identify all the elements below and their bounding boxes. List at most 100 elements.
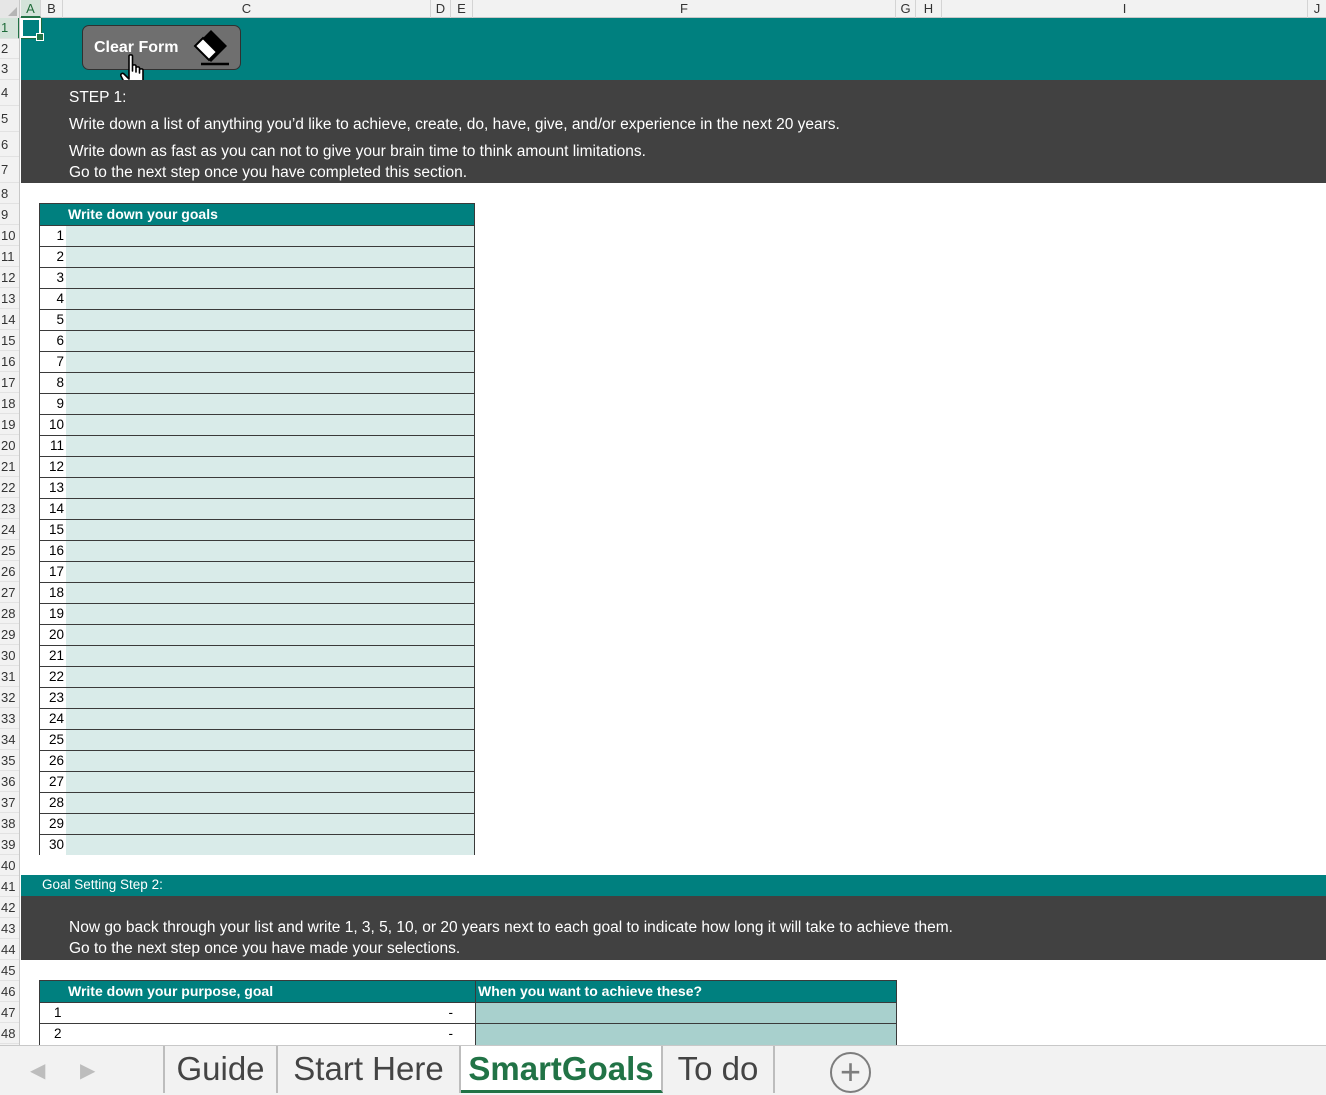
row-header-20[interactable]: 20 <box>0 435 19 457</box>
goal-input-cell[interactable] <box>66 331 474 351</box>
goal-input-cell[interactable] <box>66 373 474 393</box>
goal-input-cell[interactable] <box>66 499 474 519</box>
row-header-21[interactable]: 21 <box>0 456 19 478</box>
goal-row[interactable]: 28 <box>40 792 474 813</box>
row-header-16[interactable]: 16 <box>0 351 19 373</box>
goal-row[interactable]: 17 <box>40 561 474 582</box>
row-header-10[interactable]: 10 <box>0 225 19 247</box>
selected-cell-a1[interactable] <box>21 18 44 41</box>
tab-smartgoals[interactable]: SmartGoals <box>461 1046 663 1093</box>
goal-input-cell[interactable] <box>66 562 474 582</box>
row-header-13[interactable]: 13 <box>0 288 19 310</box>
row-header-37[interactable]: 37 <box>0 792 19 814</box>
row-header-18[interactable]: 18 <box>0 393 19 415</box>
goal-input-cell[interactable] <box>66 289 474 309</box>
row-header-23[interactable]: 23 <box>0 498 19 520</box>
row-header-8[interactable]: 8 <box>0 183 19 205</box>
goal-input-cell[interactable] <box>66 772 474 792</box>
goal-input-cell[interactable] <box>66 751 474 771</box>
goal-row[interactable]: 6 <box>40 330 474 351</box>
goal-row[interactable]: 21 <box>40 645 474 666</box>
goal-input-cell[interactable] <box>66 646 474 666</box>
row-header-32[interactable]: 32 <box>0 687 19 709</box>
row-header-5[interactable]: 5 <box>0 106 19 132</box>
goal-row[interactable]: 14 <box>40 498 474 519</box>
goal-row[interactable]: 3 <box>40 267 474 288</box>
row-header-47[interactable]: 47 <box>0 1002 19 1024</box>
goal-row[interactable]: 1 <box>40 225 474 246</box>
row-header-2[interactable]: 2 <box>0 39 19 60</box>
row-header-25[interactable]: 25 <box>0 540 19 562</box>
goal-row[interactable]: 19 <box>40 603 474 624</box>
row-header-42[interactable]: 42 <box>0 897 19 919</box>
row-header-15[interactable]: 15 <box>0 330 19 352</box>
row-header-24[interactable]: 24 <box>0 519 19 541</box>
row-header-11[interactable]: 11 <box>0 246 19 268</box>
goal-input-cell[interactable] <box>66 478 474 498</box>
goal-input-cell[interactable] <box>66 352 474 372</box>
goal-input-cell[interactable] <box>66 394 474 414</box>
goal-row[interactable]: 18 <box>40 582 474 603</box>
row-header-36[interactable]: 36 <box>0 771 19 793</box>
column-header-d[interactable]: D <box>431 0 451 18</box>
goal-input-cell[interactable] <box>66 436 474 456</box>
row-header-6[interactable]: 6 <box>0 132 19 158</box>
goal-input-cell[interactable] <box>66 226 474 246</box>
goal-input-cell[interactable] <box>66 541 474 561</box>
goal-row[interactable]: 30 <box>40 834 474 855</box>
goal-input-cell[interactable] <box>66 310 474 330</box>
goal-input-cell[interactable] <box>66 709 474 729</box>
goal-input-cell[interactable] <box>66 793 474 813</box>
row-header-9[interactable]: 9 <box>0 204 19 226</box>
clear-form-button[interactable]: Clear Form <box>82 25 241 70</box>
row-header-28[interactable]: 28 <box>0 603 19 625</box>
column-header-g[interactable]: G <box>896 0 916 18</box>
row-header-22[interactable]: 22 <box>0 477 19 499</box>
row-header-12[interactable]: 12 <box>0 267 19 289</box>
goal-input-cell[interactable] <box>66 835 474 855</box>
goal-input-cell[interactable] <box>66 457 474 477</box>
row-header-26[interactable]: 26 <box>0 561 19 583</box>
goal-input-cell[interactable] <box>66 268 474 288</box>
column-header-c[interactable]: C <box>63 0 431 18</box>
row-header-38[interactable]: 38 <box>0 813 19 835</box>
goal-row[interactable]: 16 <box>40 540 474 561</box>
goal-input-cell[interactable] <box>66 625 474 645</box>
goal-row[interactable]: 5 <box>40 309 474 330</box>
goal-input-cell[interactable] <box>66 730 474 750</box>
goal-row[interactable]: 4 <box>40 288 474 309</box>
column-header-b[interactable]: B <box>41 0 63 18</box>
goal-row[interactable]: 11 <box>40 435 474 456</box>
goal-input-cell[interactable] <box>66 814 474 834</box>
column-header-j[interactable]: J <box>1308 0 1326 18</box>
add-sheet-icon[interactable]: + <box>830 1052 871 1093</box>
row-header-31[interactable]: 31 <box>0 666 19 688</box>
goal-row[interactable]: 9 <box>40 393 474 414</box>
row-header-48[interactable]: 48 <box>0 1023 19 1045</box>
goal-row[interactable]: 26 <box>40 750 474 771</box>
goal-row[interactable]: 13 <box>40 477 474 498</box>
goal-input-cell[interactable] <box>66 520 474 540</box>
goal-input-cell[interactable] <box>66 415 474 435</box>
scroll-tabs-left-icon[interactable]: ◀ <box>30 1058 45 1083</box>
goal-row[interactable]: 12 <box>40 456 474 477</box>
scroll-tabs-right-icon[interactable]: ▶ <box>80 1058 95 1083</box>
goal-row[interactable]: 7 <box>40 351 474 372</box>
column-header-e[interactable]: E <box>451 0 473 18</box>
row-header-33[interactable]: 33 <box>0 708 19 730</box>
goal-row[interactable]: 23 <box>40 687 474 708</box>
goal-row[interactable]: 2 <box>40 246 474 267</box>
goal-row[interactable]: 15 <box>40 519 474 540</box>
goal-row[interactable]: 10 <box>40 414 474 435</box>
row-header-34[interactable]: 34 <box>0 729 19 751</box>
goal-row[interactable]: 22 <box>40 666 474 687</box>
tab-start-here[interactable]: Start Here <box>278 1046 461 1093</box>
goal-input-cell[interactable] <box>66 247 474 267</box>
row-header-40[interactable]: 40 <box>0 855 19 877</box>
goal-row[interactable]: 20 <box>40 624 474 645</box>
goal-input-cell[interactable] <box>66 604 474 624</box>
purpose-row-when-cell[interactable] <box>476 1024 896 1045</box>
row-header-44[interactable]: 44 <box>0 939 19 961</box>
row-header-35[interactable]: 35 <box>0 750 19 772</box>
purpose-row-when-cell[interactable] <box>476 1003 896 1023</box>
